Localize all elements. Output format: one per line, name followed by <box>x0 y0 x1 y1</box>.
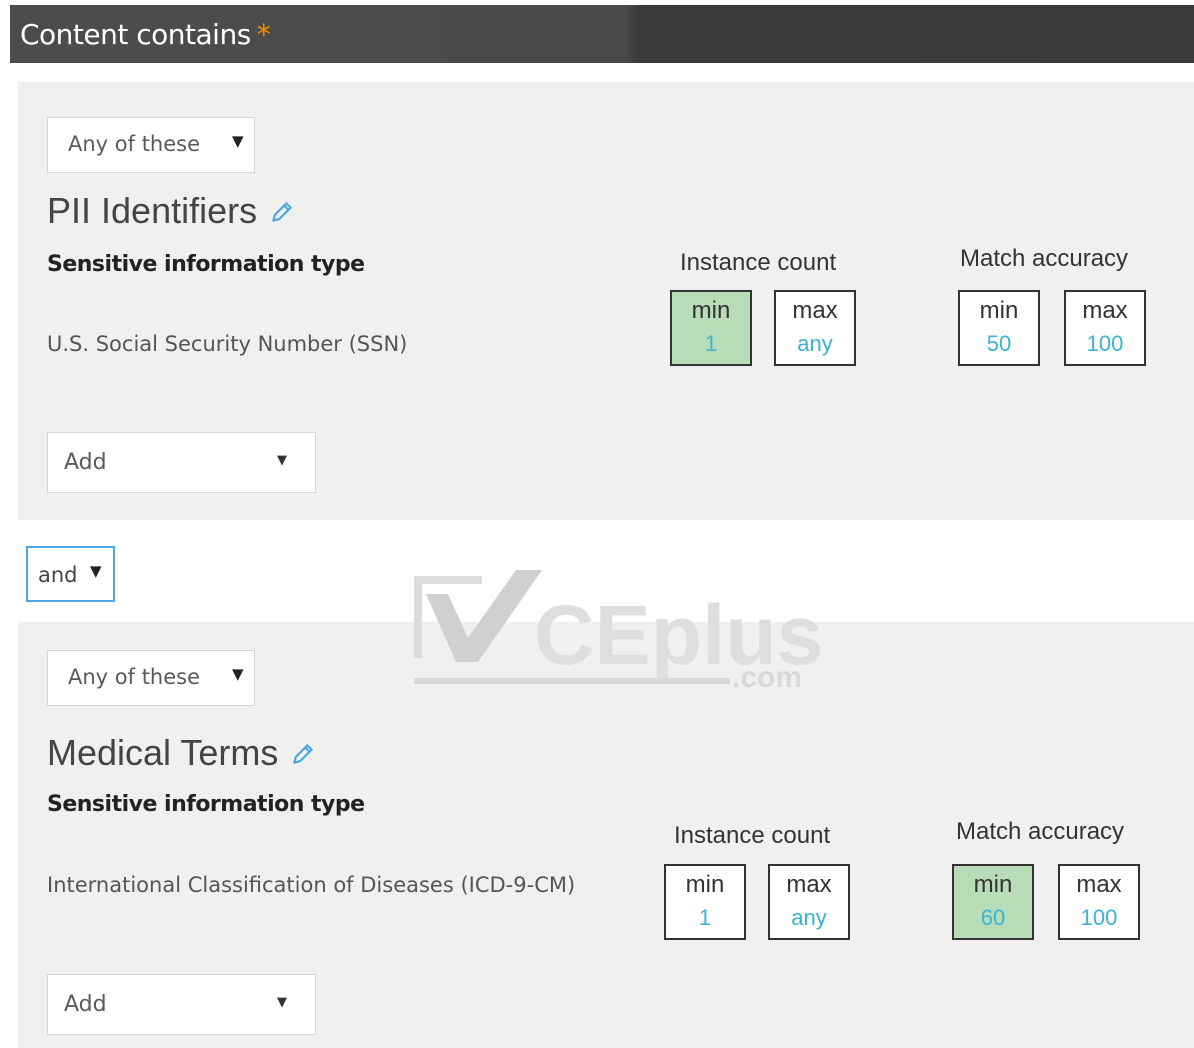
condition-group-pii: Any of these ▼ PII Identifiers Sensitive… <box>18 82 1194 520</box>
match-accuracy-min-field[interactable]: min 60 <box>952 864 1034 940</box>
group-operator-select[interactable]: and ▼ <box>26 546 115 602</box>
add-select[interactable]: Add ▼ <box>47 974 316 1035</box>
max-label: max <box>792 297 838 324</box>
min-value: 50 <box>986 331 1012 356</box>
chevron-down-icon: ▼ <box>232 132 244 150</box>
max-value: any <box>797 331 833 356</box>
max-value: 100 <box>1080 905 1118 930</box>
min-label: min <box>691 297 731 324</box>
chevron-down-icon: ▼ <box>277 995 287 1010</box>
min-value: 1 <box>704 331 718 356</box>
watermark-underline <box>414 678 730 684</box>
instance-count-min-field[interactable]: min 1 <box>670 290 752 366</box>
chevron-down-icon: ▼ <box>277 453 287 468</box>
max-value: 100 <box>1086 331 1124 356</box>
match-type-select[interactable]: Any of these ▼ <box>47 117 255 173</box>
section-title: Content contains * <box>20 18 271 51</box>
min-value: 1 <box>698 905 712 930</box>
group-title: PII Identifiers <box>47 190 295 234</box>
max-label: max <box>786 871 832 898</box>
info-type-name: U.S. Social Security Number (SSN) <box>47 332 408 356</box>
instance-count-max-field[interactable]: max any <box>768 864 850 940</box>
max-value: any <box>791 905 827 930</box>
instance-count-max-field[interactable]: max any <box>774 290 856 366</box>
add-select[interactable]: Add ▼ <box>47 432 316 493</box>
watermark-logo: CEplus .com <box>414 570 823 690</box>
group-title: Medical Terms <box>47 732 316 776</box>
column-header-info-type: Sensitive information type <box>47 252 365 277</box>
instance-count-min-field[interactable]: min 1 <box>664 864 746 940</box>
match-type-label: Any of these <box>68 132 201 156</box>
operator-label: and <box>38 563 78 587</box>
chevron-down-icon: ▼ <box>232 665 244 683</box>
match-type-select[interactable]: Any of these ▼ <box>47 650 255 706</box>
match-accuracy-label: Match accuracy <box>956 818 1125 845</box>
match-type-label: Any of these <box>68 665 201 689</box>
pencil-icon[interactable] <box>269 192 295 234</box>
match-accuracy-label: Match accuracy <box>960 245 1129 272</box>
add-label: Add <box>64 992 107 1017</box>
column-header-info-type: Sensitive information type <box>47 792 365 817</box>
min-label: min <box>973 871 1013 898</box>
match-accuracy-min-field[interactable]: min 50 <box>958 290 1040 366</box>
min-label: min <box>685 871 725 898</box>
section-header: Content contains * <box>10 5 1194 63</box>
min-label: min <box>979 297 1019 324</box>
pencil-icon[interactable] <box>290 734 316 776</box>
required-marker: * <box>256 18 271 51</box>
instance-count-label: Instance count <box>674 822 831 849</box>
match-accuracy-max-field[interactable]: max 100 <box>1064 290 1146 366</box>
watermark-suffix: .com <box>732 661 802 690</box>
info-type-name: International Classification of Diseases… <box>47 873 576 897</box>
match-accuracy-max-field[interactable]: max 100 <box>1058 864 1140 940</box>
min-value: 60 <box>980 905 1006 930</box>
add-label: Add <box>64 450 107 475</box>
max-label: max <box>1076 871 1122 898</box>
max-label: max <box>1082 297 1128 324</box>
chevron-down-icon: ▼ <box>90 562 102 580</box>
instance-count-label: Instance count <box>680 249 837 276</box>
